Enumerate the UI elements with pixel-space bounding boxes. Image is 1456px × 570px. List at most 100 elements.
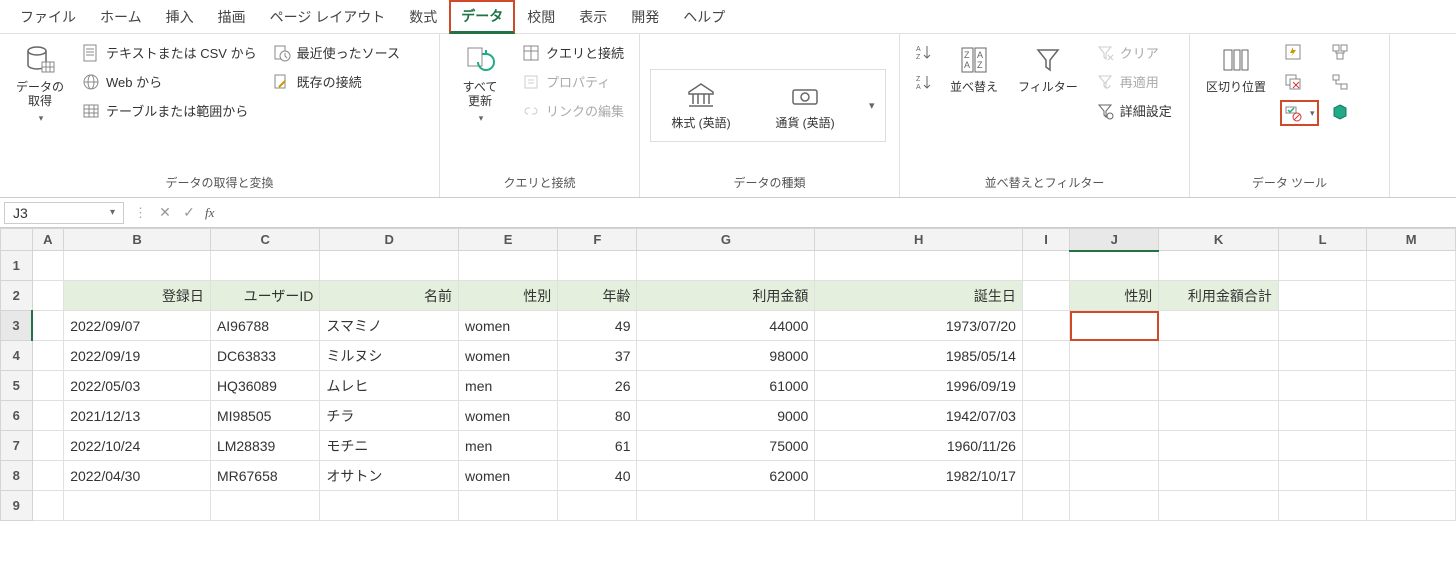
- data-validation-button[interactable]: [1280, 100, 1319, 126]
- row-header-6[interactable]: 6: [1, 401, 33, 431]
- cell-B2[interactable]: 登録日: [64, 281, 211, 311]
- cell-A4[interactable]: [32, 341, 64, 371]
- consolidate-button[interactable]: [1327, 40, 1353, 64]
- row-header-8[interactable]: 8: [1, 461, 33, 491]
- data-model-button[interactable]: [1327, 100, 1353, 124]
- cell-K7[interactable]: [1159, 431, 1279, 461]
- formula-input[interactable]: [218, 203, 1456, 223]
- cell-C7[interactable]: LM28839: [210, 431, 319, 461]
- cell-D7[interactable]: モチニ: [320, 431, 459, 461]
- tab-draw[interactable]: 描画: [206, 1, 258, 33]
- column-header-I[interactable]: I: [1022, 229, 1069, 251]
- cell-I8[interactable]: [1022, 461, 1069, 491]
- cell-F1[interactable]: [558, 251, 637, 281]
- cell-M3[interactable]: [1367, 311, 1456, 341]
- cell-F7[interactable]: 61: [558, 431, 637, 461]
- cell-B9[interactable]: [64, 491, 211, 521]
- cell-D5[interactable]: ムレヒ: [320, 371, 459, 401]
- cell-F4[interactable]: 37: [558, 341, 637, 371]
- cell-M1[interactable]: [1367, 251, 1456, 281]
- cell-G7[interactable]: 75000: [637, 431, 815, 461]
- cell-B3[interactable]: 2022/09/07: [64, 311, 211, 341]
- recent-sources-button[interactable]: 最近使ったソース: [269, 40, 404, 65]
- cell-K8[interactable]: [1159, 461, 1279, 491]
- cell-D3[interactable]: スマミノ: [320, 311, 459, 341]
- cell-L8[interactable]: [1278, 461, 1367, 491]
- column-header-D[interactable]: D: [320, 229, 459, 251]
- cell-K6[interactable]: [1159, 401, 1279, 431]
- tab-file[interactable]: ファイル: [8, 1, 88, 33]
- tab-page-layout[interactable]: ページ レイアウト: [258, 1, 398, 33]
- cell-E5[interactable]: men: [459, 371, 558, 401]
- cell-H8[interactable]: 1982/10/17: [815, 461, 1023, 491]
- cell-B7[interactable]: 2022/10/24: [64, 431, 211, 461]
- cell-A6[interactable]: [32, 401, 64, 431]
- tab-insert[interactable]: 挿入: [154, 1, 206, 33]
- cell-M2[interactable]: [1367, 281, 1456, 311]
- cell-G4[interactable]: 98000: [637, 341, 815, 371]
- accept-formula-button[interactable]: ✓: [177, 204, 201, 221]
- cell-I1[interactable]: [1022, 251, 1069, 281]
- cell-M4[interactable]: [1367, 341, 1456, 371]
- tab-data[interactable]: データ: [449, 0, 515, 34]
- cell-G9[interactable]: [637, 491, 815, 521]
- cell-B5[interactable]: 2022/05/03: [64, 371, 211, 401]
- cell-J4[interactable]: [1070, 341, 1159, 371]
- cell-L6[interactable]: [1278, 401, 1367, 431]
- cell-G5[interactable]: 61000: [637, 371, 815, 401]
- cell-A8[interactable]: [32, 461, 64, 491]
- cell-E1[interactable]: [459, 251, 558, 281]
- cell-J9[interactable]: [1070, 491, 1159, 521]
- tab-developer[interactable]: 開発: [619, 1, 671, 33]
- cell-M9[interactable]: [1367, 491, 1456, 521]
- cell-A9[interactable]: [32, 491, 64, 521]
- sort-asc-button[interactable]: AZ: [910, 40, 936, 64]
- advanced-filter-button[interactable]: 詳細設定: [1092, 98, 1176, 123]
- text-to-columns-button[interactable]: 区切り位置: [1200, 40, 1272, 98]
- from-web-button[interactable]: Web から: [78, 69, 261, 94]
- cell-F5[interactable]: 26: [558, 371, 637, 401]
- cell-D2[interactable]: 名前: [320, 281, 459, 311]
- column-header-B[interactable]: B: [64, 229, 211, 251]
- cell-I5[interactable]: [1022, 371, 1069, 401]
- spreadsheet-grid[interactable]: ABCDEFGHIJKLM12登録日ユーザーID名前性別年齢利用金額誕生日性別利…: [0, 228, 1456, 570]
- cell-A7[interactable]: [32, 431, 64, 461]
- cell-M7[interactable]: [1367, 431, 1456, 461]
- cell-G1[interactable]: [637, 251, 815, 281]
- column-header-H[interactable]: H: [815, 229, 1023, 251]
- cell-F8[interactable]: 40: [558, 461, 637, 491]
- cell-G3[interactable]: 44000: [637, 311, 815, 341]
- cell-G2[interactable]: 利用金額: [637, 281, 815, 311]
- cell-D6[interactable]: チラ: [320, 401, 459, 431]
- cell-B6[interactable]: 2021/12/13: [64, 401, 211, 431]
- row-header-2[interactable]: 2: [1, 281, 33, 311]
- sort-button[interactable]: ZAAZ 並べ替え: [944, 40, 1004, 98]
- cell-G6[interactable]: 9000: [637, 401, 815, 431]
- cell-B8[interactable]: 2022/04/30: [64, 461, 211, 491]
- cell-B4[interactable]: 2022/09/19: [64, 341, 211, 371]
- cell-I3[interactable]: [1022, 311, 1069, 341]
- cell-J2[interactable]: 性別: [1070, 281, 1159, 311]
- row-header-9[interactable]: 9: [1, 491, 33, 521]
- cell-C8[interactable]: MR67658: [210, 461, 319, 491]
- cell-G8[interactable]: 62000: [637, 461, 815, 491]
- cell-H5[interactable]: 1996/09/19: [815, 371, 1023, 401]
- cell-H4[interactable]: 1985/05/14: [815, 341, 1023, 371]
- cell-J5[interactable]: [1070, 371, 1159, 401]
- from-table-button[interactable]: テーブルまたは範囲から: [78, 98, 261, 123]
- cell-M6[interactable]: [1367, 401, 1456, 431]
- cell-D8[interactable]: オサトン: [320, 461, 459, 491]
- tab-view[interactable]: 表示: [567, 1, 619, 33]
- cell-L7[interactable]: [1278, 431, 1367, 461]
- cell-J3[interactable]: [1070, 311, 1159, 341]
- cell-H2[interactable]: 誕生日: [815, 281, 1023, 311]
- column-header-E[interactable]: E: [459, 229, 558, 251]
- cell-L2[interactable]: [1278, 281, 1367, 311]
- row-header-3[interactable]: 3: [1, 311, 33, 341]
- cell-L1[interactable]: [1278, 251, 1367, 281]
- flash-fill-button[interactable]: [1280, 40, 1319, 64]
- cell-K1[interactable]: [1159, 251, 1279, 281]
- cell-F6[interactable]: 80: [558, 401, 637, 431]
- cell-K9[interactable]: [1159, 491, 1279, 521]
- cell-K4[interactable]: [1159, 341, 1279, 371]
